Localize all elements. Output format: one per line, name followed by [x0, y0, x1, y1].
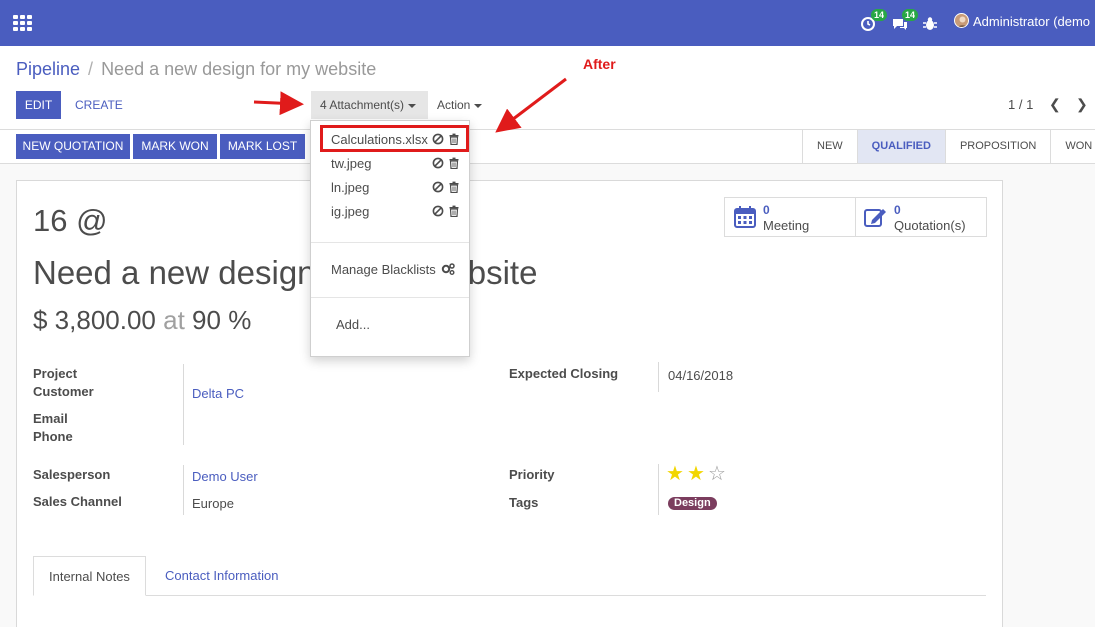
annotation-after-label: After — [583, 56, 616, 72]
annotation-arrows — [253, 77, 567, 133]
annotation-arrow-left — [253, 91, 304, 116]
annotation-arrow-right — [495, 77, 567, 133]
